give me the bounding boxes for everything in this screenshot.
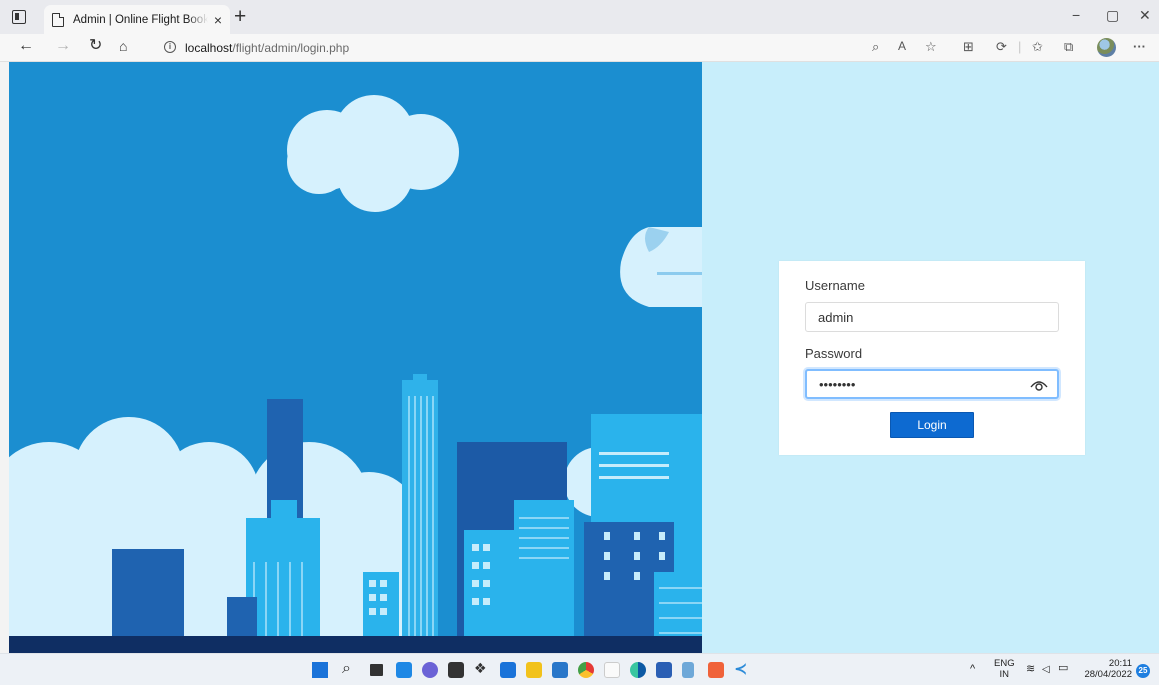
home-icon[interactable]: ⌂: [119, 39, 127, 53]
windows-start-icon[interactable]: [312, 662, 328, 678]
password-input[interactable]: [805, 369, 1059, 399]
edge-icon[interactable]: [630, 662, 646, 678]
address-bar[interactable]: localhost/flight/admin/login.php: [185, 41, 349, 55]
language-indicator[interactable]: ENG IN: [994, 658, 1015, 680]
widgets-icon[interactable]: [396, 662, 412, 678]
show-hidden-icons-icon[interactable]: ^: [970, 664, 975, 675]
shopping-icon[interactable]: ⊞: [963, 40, 974, 53]
browser-tab-strip: Admin | Online Flight Booking Sy × + − ▢…: [0, 0, 1159, 34]
url-host: localhost: [185, 41, 233, 55]
clock-time: 20:11: [1108, 658, 1132, 669]
favorite-add-icon[interactable]: ☆: [925, 40, 937, 53]
clock[interactable]: 20:11 28/04/2022: [1082, 658, 1132, 680]
notepad-icon[interactable]: [682, 662, 694, 678]
word-icon[interactable]: [656, 662, 672, 678]
password-label: Password: [805, 346, 863, 361]
vscode-icon[interactable]: ≺: [734, 659, 750, 678]
login-button[interactable]: Login: [890, 412, 974, 438]
username-label: Username: [805, 278, 865, 293]
dropbox-icon[interactable]: ❖: [474, 660, 490, 676]
store-icon[interactable]: [448, 662, 464, 678]
refresh-icon[interactable]: ↻: [89, 38, 102, 54]
windows-taskbar: ⌕ ❖ ≺ ^ ENG IN ≋ ◁ ▭ 20:11 28/04/2022 25: [0, 653, 1159, 685]
xampp-icon[interactable]: [708, 662, 724, 678]
site-info-icon[interactable]: i: [164, 41, 176, 53]
wifi-icon[interactable]: ≋: [1026, 664, 1035, 675]
search-icon[interactable]: ⌕: [342, 660, 358, 677]
mail-icon[interactable]: [552, 662, 568, 678]
favorites-icon[interactable]: ✩: [1032, 40, 1043, 53]
more-icon[interactable]: ···: [1133, 40, 1146, 53]
toolbar-divider: |: [1018, 39, 1022, 54]
language-code: ENG: [994, 658, 1015, 669]
show-password-eye-icon[interactable]: [1030, 378, 1048, 392]
app-icon[interactable]: [604, 662, 620, 678]
browser-tab[interactable]: Admin | Online Flight Booking Sy ×: [44, 5, 230, 34]
chat-icon[interactable]: [422, 662, 438, 678]
app-icon[interactable]: [500, 662, 516, 678]
page-favicon-icon: [52, 12, 64, 27]
battery-icon[interactable]: ▭: [1058, 663, 1068, 674]
forward-icon[interactable]: →: [55, 38, 71, 54]
close-window-button[interactable]: ✕: [1139, 8, 1151, 22]
collections-icon[interactable]: ⧉: [1064, 40, 1073, 53]
clock-date: 28/04/2022: [1084, 669, 1132, 680]
notification-badge[interactable]: 25: [1136, 664, 1150, 678]
tab-title: Admin | Online Flight Booking Sy: [73, 13, 208, 26]
page-content: Username Password Login: [9, 62, 1159, 653]
login-card: Username Password Login: [779, 261, 1085, 455]
region-code: IN: [999, 669, 1010, 680]
tab-actions-icon[interactable]: [12, 10, 26, 24]
restore-button[interactable]: ▢: [1106, 8, 1119, 22]
search-icon[interactable]: ⌕: [872, 40, 879, 53]
browser-toolbar: ← → ↻ ⌂ i localhost/flight/admin/login.p…: [0, 34, 1159, 62]
tab-close-icon[interactable]: ×: [214, 13, 222, 27]
extensions-icon[interactable]: ⟳: [996, 40, 1007, 53]
new-tab-button[interactable]: +: [234, 6, 246, 27]
url-path: /flight/admin/login.php: [232, 41, 350, 55]
city-skyline-illustration: [9, 62, 702, 653]
back-icon[interactable]: ←: [18, 38, 34, 54]
username-input[interactable]: [805, 302, 1059, 332]
volume-icon[interactable]: ◁: [1042, 664, 1050, 675]
read-aloud-icon[interactable]: A: [898, 40, 906, 52]
minimize-button[interactable]: −: [1072, 8, 1080, 22]
task-view-icon[interactable]: [370, 664, 383, 676]
chrome-icon[interactable]: [578, 662, 594, 678]
file-explorer-icon[interactable]: [526, 662, 542, 678]
profile-avatar[interactable]: [1097, 38, 1116, 57]
